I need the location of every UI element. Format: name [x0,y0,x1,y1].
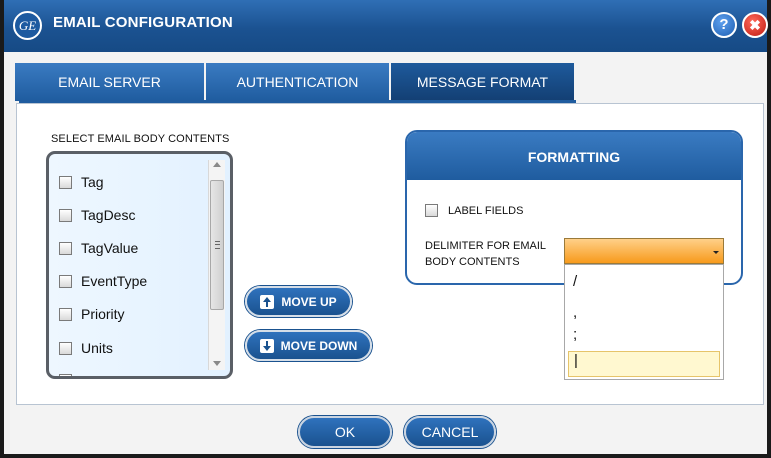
list-item[interactable]: TagDesc [59,204,135,226]
list-item[interactable]: Units [59,337,113,359]
list-item-label: TagValue [81,240,139,256]
label-fields-option[interactable]: LABEL FIELDS [425,204,523,217]
list-item[interactable]: Tag [59,171,104,193]
tab-authentication[interactable]: AUTHENTICATION [206,63,389,101]
list-item-label: Priority [81,306,125,322]
checkbox[interactable] [59,175,72,189]
email-configuration-window: GE EMAIL CONFIGURATION ? ✖ EMAIL SERVER … [0,0,771,458]
title-bar: GE EMAIL CONFIGURATION ? ✖ [4,0,768,52]
formatting-header: FORMATTING [407,132,741,180]
ge-logo: GE [13,11,42,40]
delimiter-label-line1: DELIMITER FOR EMAIL [425,240,547,252]
ok-button[interactable]: OK [298,416,392,448]
delimiter-label: DELIMITER FOR EMAIL BODY CONTENTS [425,238,546,270]
list-item[interactable]: Priority [59,303,125,325]
delimiter-label-line2: BODY CONTENTS [425,256,520,268]
tab-email-server[interactable]: EMAIL SERVER [15,63,204,101]
move-up-button[interactable]: MOVE UP [245,286,352,317]
checkbox[interactable] [59,241,72,255]
move-down-button[interactable]: MOVE DOWN [245,330,372,361]
scroll-down-arrow-icon[interactable] [213,361,221,366]
dropdown-option-slash[interactable]: / [568,273,720,299]
scroll-thumb[interactable] [210,180,224,310]
arrow-down-icon [259,338,274,353]
window-title: EMAIL CONFIGURATION [53,14,233,31]
chevron-down-icon[interactable] [713,251,719,254]
arrow-up-icon [260,294,275,309]
cancel-button[interactable]: CANCEL [404,416,496,448]
body-contents-label: SELECT EMAIL BODY CONTENTS [51,133,230,145]
tab-message-format[interactable]: MESSAGE FORMAT [391,63,574,101]
delimiter-select[interactable] [564,238,724,264]
body-contents-list[interactable]: Tag TagDesc TagValue EventType Priority … [46,151,233,379]
list-scrollbar[interactable] [208,160,225,370]
list-item-partial[interactable] [59,369,81,376]
label-fields-checkbox[interactable] [425,204,438,217]
checkbox[interactable] [59,307,72,321]
move-up-label: MOVE UP [281,294,337,309]
help-icon[interactable]: ? [711,12,737,38]
list-item[interactable]: TagValue [59,237,138,259]
delimiter-dropdown-list[interactable]: / , ; | [564,264,724,380]
dropdown-option-semicolon[interactable]: ; [568,326,720,352]
scroll-up-arrow-icon[interactable] [213,162,221,167]
list-item-label: TagDesc [81,207,136,223]
list-item-label: EventType [81,273,148,289]
list-item[interactable]: EventType [59,270,147,292]
dropdown-option-pipe[interactable]: | [568,351,720,377]
checkbox[interactable] [59,341,72,355]
label-fields-label: LABEL FIELDS [448,204,524,217]
move-down-label: MOVE DOWN [280,338,358,353]
grip-icon [215,241,220,249]
list-item-label: Units [81,340,113,356]
checkbox[interactable] [59,274,72,288]
list-item-label: Tag [81,174,104,190]
close-icon[interactable]: ✖ [742,12,768,38]
checkbox[interactable] [59,208,72,222]
checkbox[interactable] [59,373,72,376]
